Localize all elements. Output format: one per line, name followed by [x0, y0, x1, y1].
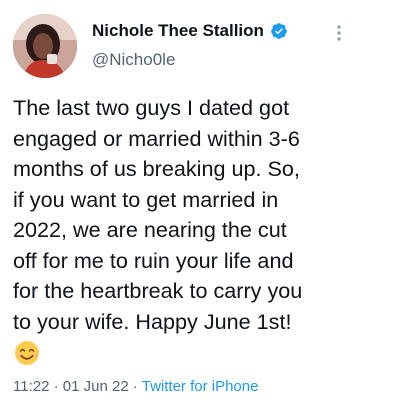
smiling-face-emoji-icon [15, 341, 39, 365]
avatar[interactable] [13, 14, 77, 78]
more-options-icon[interactable] [332, 23, 346, 43]
author-name-row: Nichole Thee Stallion [92, 20, 288, 42]
meta-separator: · [128, 378, 142, 395]
author-handle[interactable]: @Nicho0le [92, 49, 175, 71]
tweet-time[interactable]: 11:22 [13, 378, 49, 395]
tweet-date[interactable]: 01 Jun 22 [63, 378, 129, 395]
verified-badge-icon [271, 23, 287, 39]
tweet-text: The last two guys I dated got engaged or… [13, 95, 303, 334]
tweet-card: Nichole Thee Stallion @Nicho0le The last… [0, 0, 414, 411]
meta-separator: · [49, 378, 63, 395]
tweet-metadata: 11:22 · 01 Jun 22 · Twitter for iPhone [13, 377, 258, 397]
tweet-source-link[interactable]: Twitter for iPhone [142, 378, 259, 395]
profile-photo-icon [13, 14, 77, 78]
display-name[interactable]: Nichole Thee Stallion [92, 20, 264, 42]
